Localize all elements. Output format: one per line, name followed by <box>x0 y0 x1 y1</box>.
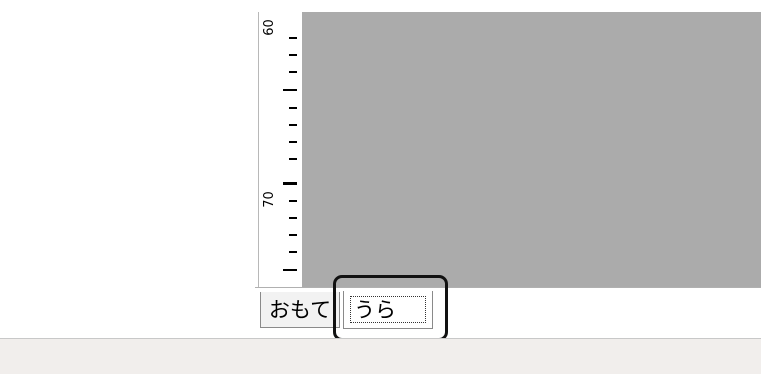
left-panel <box>0 0 255 338</box>
status-bar <box>0 338 761 374</box>
tab-omote-label: おもて <box>268 298 332 322</box>
app-window: 60 70 おもて うら <box>0 0 761 374</box>
ruler-label-70: 70 <box>261 191 277 208</box>
tab-ura[interactable]: うら <box>343 291 433 329</box>
ruler-tick <box>289 251 297 253</box>
ruler-tick-major <box>283 269 297 271</box>
focus-rectangle: うら <box>350 296 426 323</box>
ruler-tick <box>289 234 297 236</box>
ruler-tick <box>289 200 297 202</box>
ruler-tick <box>289 141 297 143</box>
ruler-label-60: 60 <box>261 19 277 36</box>
ruler-tick-major <box>283 182 297 185</box>
canvas-area[interactable] <box>302 12 761 287</box>
tab-omote[interactable]: おもて <box>260 292 340 328</box>
ruler-tick <box>289 71 297 73</box>
tab-ura-label: うら <box>354 298 396 322</box>
vertical-ruler: 60 70 <box>258 12 303 287</box>
ruler-tick <box>289 107 297 109</box>
ruler-tick <box>289 158 297 160</box>
ruler-tick <box>289 217 297 219</box>
ruler-tick-major <box>283 89 297 91</box>
ruler-tick <box>289 54 297 56</box>
ruler-tick <box>289 124 297 126</box>
ruler-tick <box>289 37 297 39</box>
page-tab-strip: おもて うら <box>255 287 761 339</box>
